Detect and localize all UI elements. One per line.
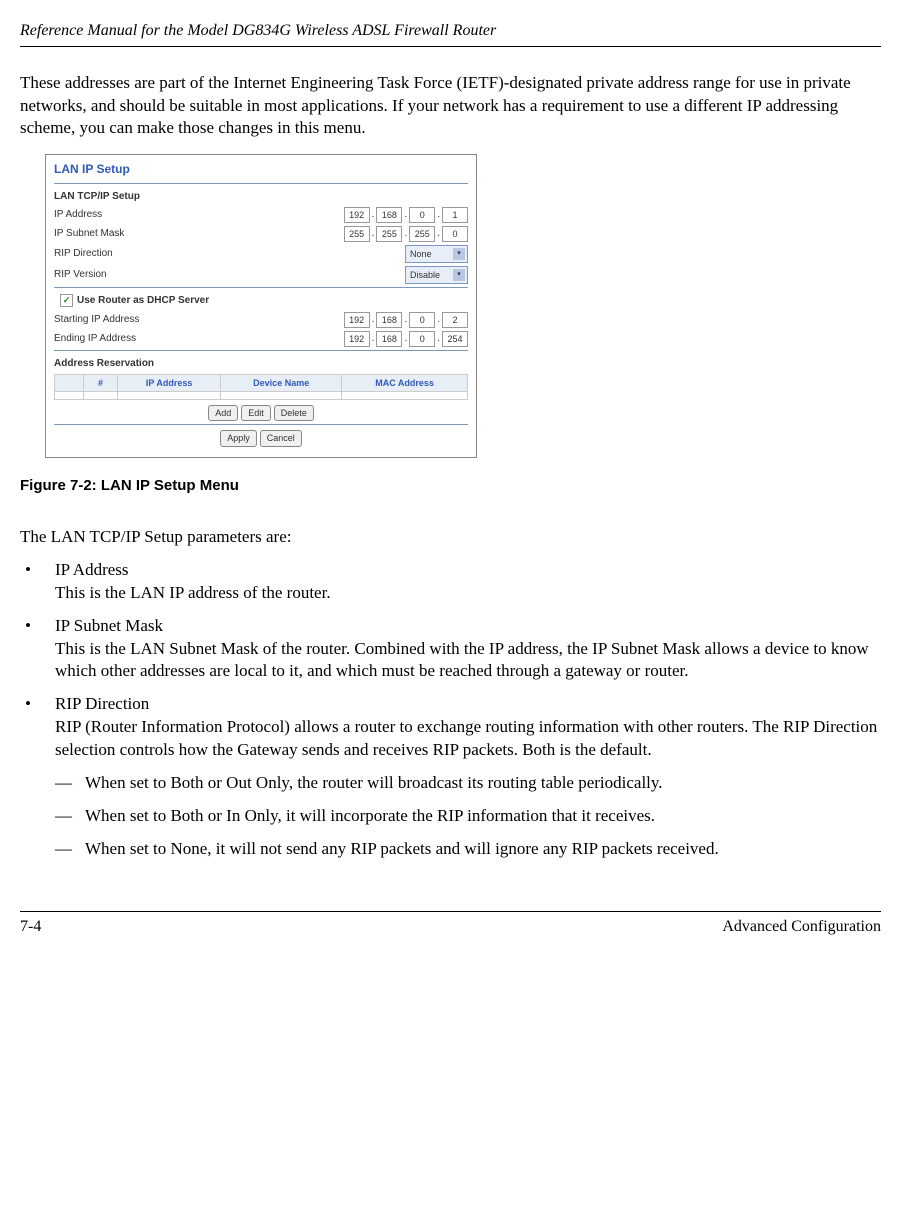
list-item: • IP Address This is the LAN IP address … [20,559,881,605]
dash-marker: — [55,805,85,828]
dash-marker: — [55,838,85,861]
table-row [55,392,468,400]
params-intro-paragraph: The LAN TCP/IP Setup parameters are: [20,526,881,549]
delete-button[interactable]: Delete [274,405,314,421]
ip-octet-2[interactable]: 168 [376,207,402,223]
starting-ip-row: Starting IP Address 192. 168. 0. 2 [54,312,468,328]
rip-direction-select[interactable]: None ▾ [405,245,468,263]
rip-sub-item-2: When set to Both or In Only, it will inc… [85,805,655,828]
ip-address-row: IP Address 192. 168. 0. 1 [54,207,468,223]
th-ip: IP Address [118,375,221,392]
ip-octet-3[interactable]: 0 [409,207,435,223]
apply-button[interactable]: Apply [220,430,257,446]
footer-page-number: 7-4 [20,916,41,938]
start-ip-octet-4[interactable]: 2 [442,312,468,328]
subnet-mask-row: IP Subnet Mask 255. 255. 255. 0 [54,226,468,242]
rip-version-value: Disable [410,269,440,281]
start-ip-octet-1[interactable]: 192 [344,312,370,328]
th-num: # [84,375,118,392]
page-footer: 7-4 Advanced Configuration [20,911,881,938]
end-ip-octet-1[interactable]: 192 [344,331,370,347]
cancel-button[interactable]: Cancel [260,430,302,446]
edit-button[interactable]: Edit [241,405,271,421]
footer-section: Advanced Configuration [722,916,881,938]
th-radio [55,375,84,392]
end-ip-octet-3[interactable]: 0 [409,331,435,347]
header-title: Reference Manual for the Model DG834G Wi… [20,22,496,39]
list-item: • IP Subnet Mask This is the LAN Subnet … [20,615,881,684]
end-ip-octet-4[interactable]: 254 [442,331,468,347]
chevron-down-icon: ▾ [453,248,465,260]
lan-tcpip-section-label: LAN TCP/IP Setup [54,190,468,204]
list-item: — When set to Both or Out Only, the rout… [55,772,881,795]
rip-version-select[interactable]: Disable ▾ [405,266,468,284]
subnet-mask-item-text: This is the LAN Subnet Mask of the route… [55,639,869,681]
list-item: — When set to Both or In Only, it will i… [55,805,881,828]
screenshot-figure: LAN IP Setup LAN TCP/IP Setup IP Address… [45,154,477,457]
dhcp-checkbox[interactable]: ✓ [60,294,73,307]
mask-octet-1[interactable]: 255 [344,226,370,242]
th-device: Device Name [221,375,342,392]
rip-direction-item-title: RIP Direction [55,694,149,713]
mask-octet-4[interactable]: 0 [442,226,468,242]
dhcp-checkbox-label: Use Router as DHCP Server [77,294,209,308]
add-button[interactable]: Add [208,405,238,421]
rip-sub-item-3: When set to None, it will not send any R… [85,838,719,861]
ip-address-label: IP Address [54,208,344,222]
intro-paragraph: These addresses are part of the Internet… [20,72,881,141]
ip-octet-4[interactable]: 1 [442,207,468,223]
address-reservation-label: Address Reservation [54,357,468,371]
mask-octet-3[interactable]: 255 [409,226,435,242]
chevron-down-icon: ▾ [453,269,465,281]
subnet-mask-item-title: IP Subnet Mask [55,616,163,635]
ending-ip-label: Ending IP Address [54,332,344,346]
dhcp-server-checkbox-row: ✓ Use Router as DHCP Server [60,294,468,308]
ip-address-item-text: This is the LAN IP address of the router… [55,583,331,602]
rip-direction-value: None [410,248,432,260]
list-item: • RIP Direction RIP (Router Information … [20,693,881,871]
rip-direction-item-text: RIP (Router Information Protocol) allows… [55,717,877,759]
starting-ip-label: Starting IP Address [54,313,344,327]
th-mac: MAC Address [342,375,468,392]
bullet-marker: • [20,615,55,684]
rip-version-row: RIP Version Disable ▾ [54,266,468,284]
rip-version-label: RIP Version [54,268,405,282]
rip-direction-row: RIP Direction None ▾ [54,245,468,263]
parameters-list: • IP Address This is the LAN IP address … [20,559,881,871]
start-ip-octet-3[interactable]: 0 [409,312,435,328]
start-ip-octet-2[interactable]: 168 [376,312,402,328]
mask-octet-2[interactable]: 255 [376,226,402,242]
ip-octet-1[interactable]: 192 [344,207,370,223]
rip-sub-list: — When set to Both or Out Only, the rout… [55,772,881,861]
bullet-marker: • [20,693,55,871]
page-header: Reference Manual for the Model DG834G Wi… [20,20,881,47]
rip-direction-label: RIP Direction [54,247,405,261]
ip-address-item-title: IP Address [55,560,129,579]
address-reservation-table: # IP Address Device Name MAC Address [54,374,468,400]
figure-caption: Figure 7-2: LAN IP Setup Menu [20,476,881,496]
dash-marker: — [55,772,85,795]
rip-sub-item-1: When set to Both or Out Only, the router… [85,772,663,795]
subnet-mask-label: IP Subnet Mask [54,227,344,241]
end-ip-octet-2[interactable]: 168 [376,331,402,347]
list-item: — When set to None, it will not send any… [55,838,881,861]
screenshot-title: LAN IP Setup [54,161,468,179]
bullet-marker: • [20,559,55,605]
ending-ip-row: Ending IP Address 192. 168. 0. 254 [54,331,468,347]
